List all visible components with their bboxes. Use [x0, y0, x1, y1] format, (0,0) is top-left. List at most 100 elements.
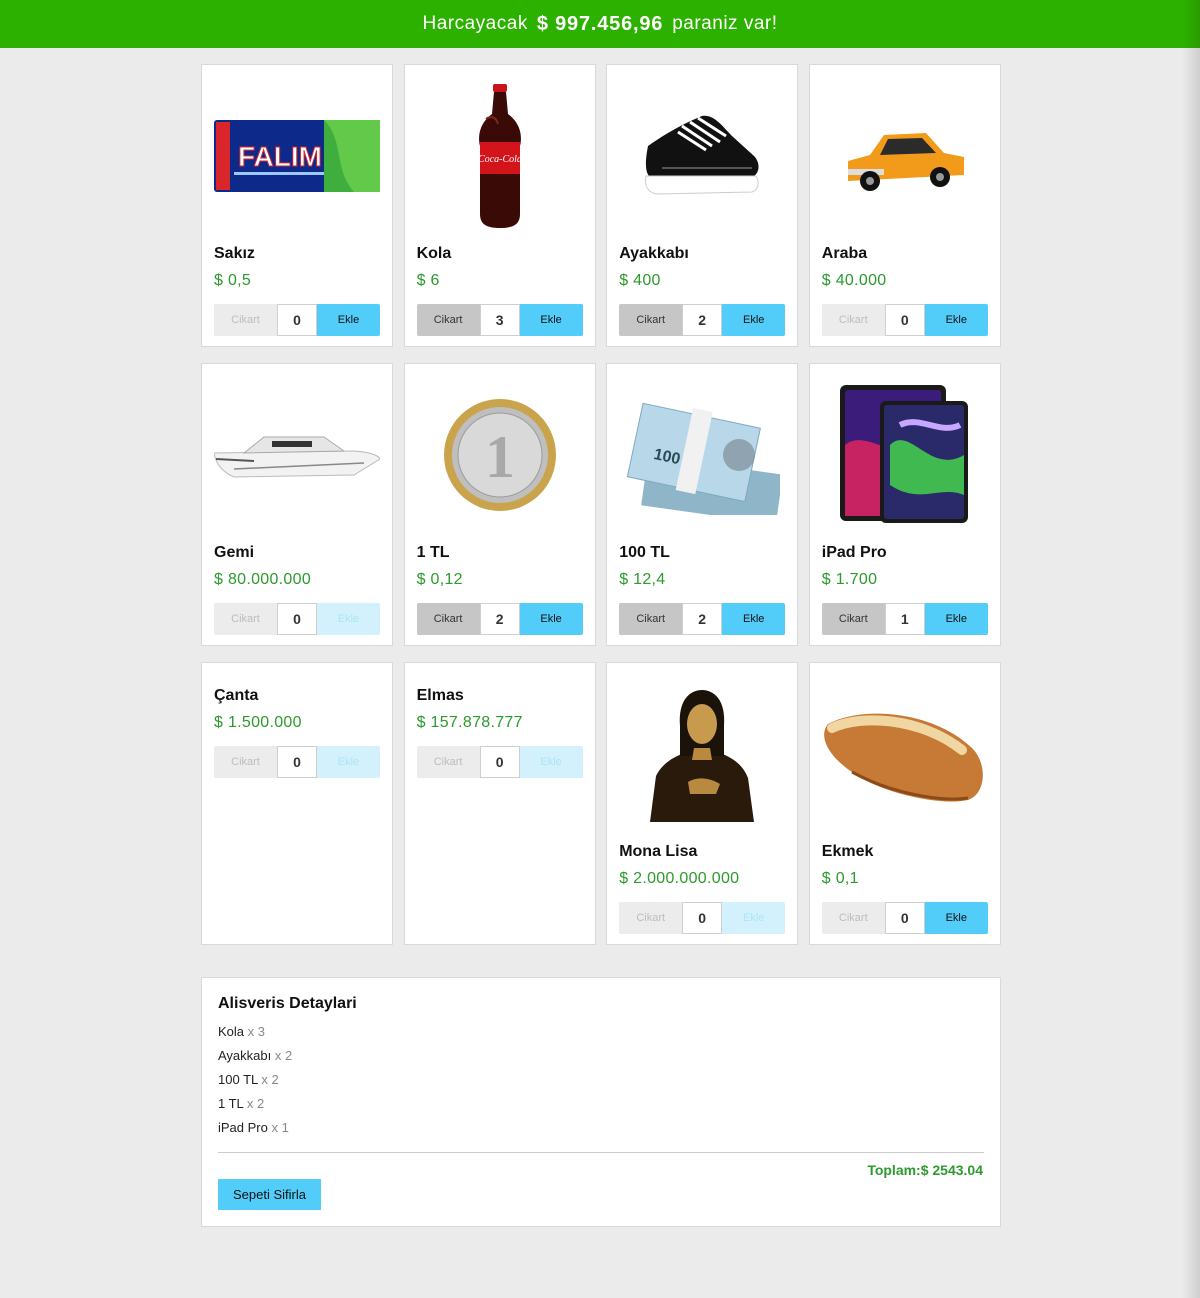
yacht-image — [214, 380, 380, 530]
summary-item-qty: x 1 — [271, 1120, 289, 1135]
product-name: 1 TL — [416, 544, 450, 561]
product-price: $ 2.000.000.000 — [619, 870, 740, 887]
orange-car-image — [822, 81, 988, 231]
product-name: Sakız — [214, 245, 255, 262]
quantity-input[interactable] — [277, 304, 317, 336]
add-button[interactable]: Ekle — [519, 304, 583, 336]
product-price: $ 0,12 — [416, 571, 463, 588]
quantity-controls: Cikart Ekle — [214, 603, 380, 635]
remove-button[interactable]: Cikart — [821, 902, 885, 934]
money-banner: Harcayacak $ 997.456,96 paraniz var! — [0, 0, 1200, 48]
quantity-controls: Cikart Ekle — [619, 902, 786, 934]
remove-button[interactable]: Cikart — [821, 304, 885, 336]
quantity-input[interactable] — [277, 603, 317, 635]
remove-button[interactable]: Cikart — [214, 603, 277, 635]
summary-item-name: 1 TL — [218, 1096, 244, 1111]
add-button[interactable]: Ekle — [924, 304, 988, 336]
product-card: Mona Lisa $ 2.000.000.000 Cikart Ekle — [606, 662, 799, 945]
product-name: Mona Lisa — [619, 843, 698, 860]
reset-cart-button[interactable]: Sepeti Sifirla — [218, 1179, 321, 1210]
product-name: Gemi — [214, 544, 255, 561]
quantity-input[interactable] — [277, 746, 317, 778]
quantity-input[interactable] — [884, 304, 925, 336]
product-name: Kola — [416, 245, 452, 262]
product-name: iPad Pro — [821, 544, 887, 561]
coin-image: 1 — [417, 380, 583, 530]
product-card: Gemi $ 80.000.000 Cikart Ekle — [201, 363, 393, 646]
remove-button[interactable]: Cikart — [619, 304, 683, 336]
product-price: $ 0,1 — [821, 870, 859, 887]
summary-item: Kola x 3 — [218, 1024, 292, 1048]
mona-lisa-image — [619, 679, 785, 829]
add-button[interactable]: Ekle — [317, 304, 380, 336]
quantity-input[interactable] — [479, 304, 520, 336]
remove-button[interactable]: Cikart — [619, 603, 683, 635]
add-button[interactable]: Ekle — [317, 603, 380, 635]
remaining-money: $ 997.456,96 — [536, 12, 664, 35]
quantity-input[interactable] — [884, 902, 925, 934]
summary-item-name: Kola — [218, 1024, 245, 1039]
product-card: Coca-Cola Kola $ 6 Cikart Ekle — [403, 64, 596, 347]
cola-bottle-image: Coca-Cola — [417, 81, 583, 231]
sneaker-image — [619, 81, 785, 231]
product-card: FALIM Sakız $ 0,5 Cikart Ekle — [201, 64, 393, 347]
quantity-input[interactable] — [682, 603, 723, 635]
summary-item-name: Ayakkabı — [218, 1048, 272, 1063]
remove-button[interactable]: Cikart — [214, 304, 277, 336]
product-price: $ 400 — [619, 272, 661, 289]
quantity-input[interactable] — [479, 603, 520, 635]
product-price: $ 1.700 — [821, 571, 878, 588]
add-button[interactable]: Ekle — [722, 603, 786, 635]
quantity-controls: Cikart Ekle — [214, 746, 380, 778]
quantity-input[interactable] — [479, 746, 520, 778]
add-button[interactable]: Ekle — [519, 603, 583, 635]
quantity-controls: Cikart Ekle — [619, 603, 786, 635]
svg-text:1: 1 — [485, 424, 515, 490]
summary-item-qty: x 2 — [261, 1072, 279, 1087]
summary-item-name: iPad Pro — [218, 1120, 268, 1135]
divider — [218, 1152, 984, 1153]
product-card: iPad Pro $ 1.700 Cikart Ekle — [808, 363, 1001, 646]
remove-button[interactable]: Cikart — [416, 603, 480, 635]
product-card: Ekmek $ 0,1 Cikart Ekle — [808, 662, 1001, 945]
product-price: $ 80.000.000 — [214, 571, 312, 588]
add-button[interactable]: Ekle — [722, 304, 786, 336]
product-card: 100 100 TL $ 12,4 Cikart Ekle — [606, 363, 799, 646]
remove-button[interactable]: Cikart — [416, 304, 480, 336]
summary-item: 1 TL x 2 — [218, 1096, 292, 1120]
quantity-input[interactable] — [682, 304, 723, 336]
gum-pack-image: FALIM — [214, 81, 380, 231]
add-button[interactable]: Ekle — [519, 746, 583, 778]
summary-item: Ayakkabı x 2 — [218, 1048, 292, 1072]
product-price: $ 0,5 — [214, 272, 252, 289]
edge-shadow — [1182, 0, 1200, 1298]
banner-suffix: paraniz var! — [672, 13, 778, 34]
quantity-controls: Cikart Ekle — [821, 304, 988, 336]
quantity-controls: Cikart Ekle — [416, 746, 583, 778]
summary-title: Alisveris Detaylari — [218, 995, 357, 1012]
add-button[interactable]: Ekle — [924, 603, 988, 635]
product-name: Elmas — [416, 687, 464, 704]
product-price: $ 6 — [416, 272, 440, 289]
remove-button[interactable]: Cikart — [619, 902, 683, 934]
quantity-controls: Cikart Ekle — [214, 304, 380, 336]
add-button[interactable]: Ekle — [924, 902, 988, 934]
product-card: Çanta $ 1.500.000 Cikart Ekle — [201, 662, 393, 945]
banknotes-image: 100 — [619, 380, 785, 530]
svg-text:Coca-Cola: Coca-Cola — [478, 154, 522, 165]
remove-button[interactable]: Cikart — [821, 603, 885, 635]
remove-button[interactable]: Cikart — [416, 746, 480, 778]
total-amount: Toplam:$ 2543.04 — [867, 1162, 983, 1178]
quantity-input[interactable] — [682, 902, 723, 934]
product-card: Ayakkabı $ 400 Cikart Ekle — [606, 64, 799, 347]
add-button[interactable]: Ekle — [317, 746, 380, 778]
product-card: 1 1 TL $ 0,12 Cikart Ekle — [403, 363, 596, 646]
quantity-input[interactable] — [884, 603, 925, 635]
add-button[interactable]: Ekle — [722, 902, 786, 934]
quantity-controls: Cikart Ekle — [416, 304, 583, 336]
remove-button[interactable]: Cikart — [214, 746, 277, 778]
svg-text:FALIM: FALIM — [238, 141, 322, 172]
product-price: $ 12,4 — [619, 571, 666, 588]
product-grid: FALIM Sakız $ 0,5 Cikart Ekle Coca-Cola … — [201, 64, 1001, 945]
bread-image — [822, 679, 988, 829]
